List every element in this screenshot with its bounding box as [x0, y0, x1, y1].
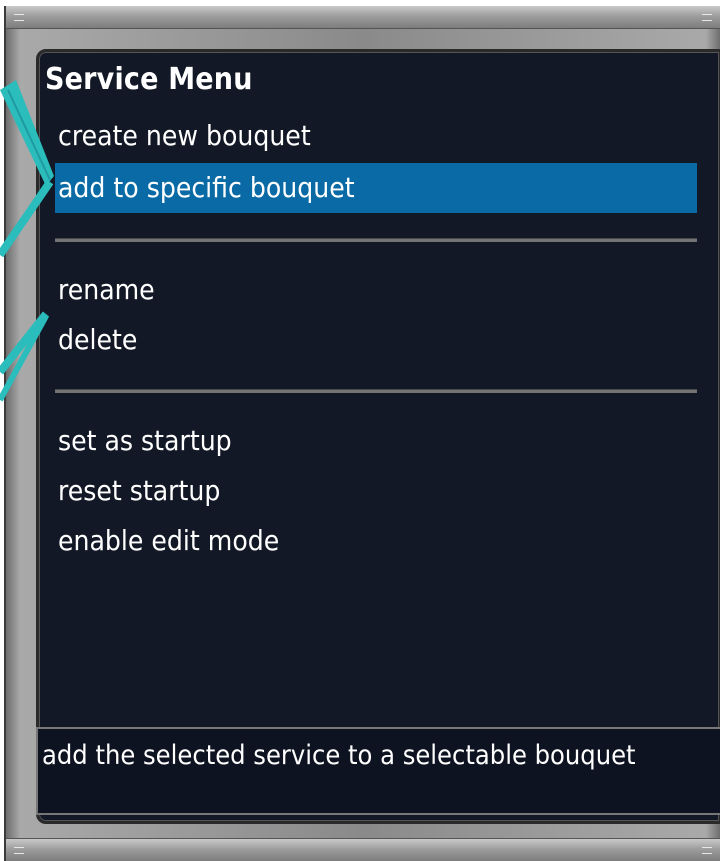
- menu-item-enable-edit-mode[interactable]: enable edit mode: [55, 516, 697, 566]
- menu-item-set-as-startup[interactable]: set as startup: [55, 416, 697, 466]
- menu-separator: [55, 238, 697, 242]
- grip-icon: [702, 847, 712, 854]
- menu-item-create-new-bouquet[interactable]: create new bouquet: [55, 111, 697, 161]
- grip-icon: [14, 847, 24, 854]
- service-menu-panel: Service Menu create new bouquet add to s…: [36, 49, 720, 824]
- window-top-bar: [6, 6, 720, 29]
- description-box: add the selected service to a selectable…: [36, 727, 720, 815]
- window-frame: Service Menu create new bouquet add to s…: [4, 6, 720, 861]
- menu-item-delete[interactable]: delete: [55, 315, 697, 365]
- description-text: add the selected service to a selectable…: [42, 740, 636, 771]
- window-bottom-bar: [6, 838, 720, 861]
- menu-item-add-to-specific-bouquet[interactable]: add to specific bouquet: [55, 163, 697, 213]
- grip-icon: [702, 14, 712, 21]
- menu-item-rename[interactable]: rename: [55, 265, 697, 315]
- grip-icon: [14, 14, 24, 21]
- menu-title: Service Menu: [45, 62, 253, 97]
- menu-item-reset-startup[interactable]: reset startup: [55, 466, 697, 516]
- menu-separator: [55, 389, 697, 393]
- screen: Service Menu create new bouquet add to s…: [0, 0, 720, 861]
